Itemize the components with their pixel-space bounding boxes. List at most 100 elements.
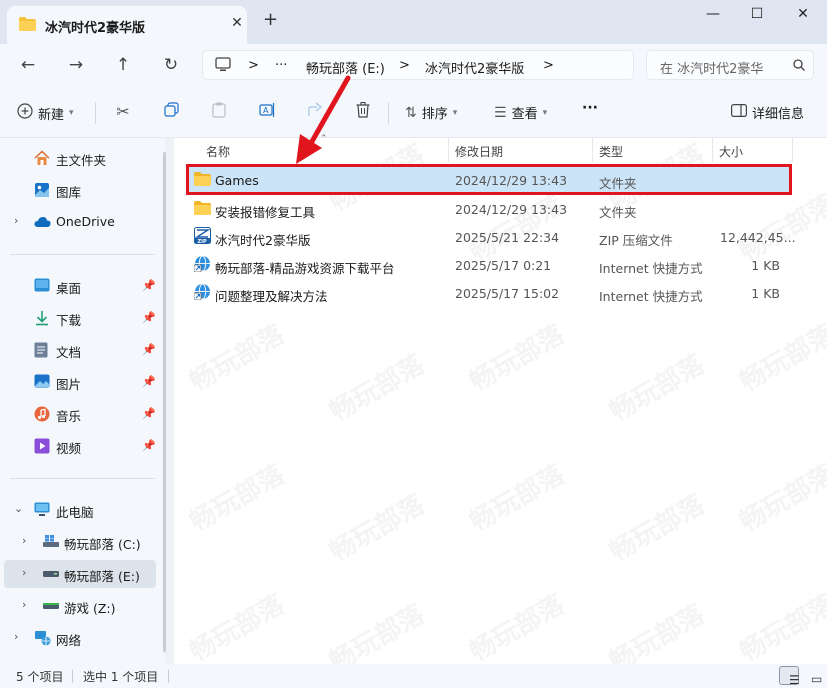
item-count: 5 个项目	[16, 670, 64, 684]
tab-close-icon[interactable]: ✕	[229, 15, 245, 31]
chevron-down-icon: ▾	[452, 107, 458, 118]
pin-icon[interactable]: 📌	[142, 343, 156, 356]
close-window-button[interactable]: ✕	[788, 6, 818, 22]
details-pane-button[interactable]: 详细信息	[731, 103, 804, 122]
chevron-right-icon[interactable]: ›	[22, 598, 26, 611]
sort-icon: ⇅	[405, 104, 417, 121]
sidebar-item-home[interactable]: 主文件夹	[0, 144, 160, 172]
up-arrow-icon[interactable]: ↑	[112, 54, 134, 76]
file-row-games[interactable]: Games 2024/12/29 13:43 文件夹	[186, 164, 792, 195]
cut-icon[interactable]: ✂	[113, 102, 133, 121]
sidebar-item-onedrive[interactable]: › OneDrive	[0, 208, 160, 236]
file-row[interactable]: 畅玩部落-精品游戏资源下载平台 2025/5/17 0:21 Internet …	[188, 251, 790, 279]
watermark: 畅玩部落	[324, 349, 430, 428]
forward-arrow-icon[interactable]: →	[65, 54, 87, 76]
windows-drive-icon	[42, 534, 59, 550]
copy-icon[interactable]	[161, 102, 181, 121]
chevron-right-icon[interactable]: ›	[14, 630, 18, 643]
computer-icon[interactable]	[215, 57, 231, 76]
sidebar-item-network[interactable]: › 网络	[0, 624, 160, 652]
watermark: 畅玩部落	[184, 589, 290, 668]
sidebar-item-pictures[interactable]: 图片 📌	[0, 368, 160, 396]
sort-button[interactable]: ⇅ 排序 ▾	[405, 103, 458, 123]
svg-text:A: A	[263, 106, 269, 115]
gallery-icon	[34, 182, 50, 198]
breadcrumb-more-button[interactable]: ···	[275, 58, 287, 73]
file-row[interactable]: 安装报错修复工具 2024/12/29 13:43 文件夹	[188, 195, 790, 223]
tab-current-folder[interactable]: 冰汽时代2豪华版 ✕	[7, 6, 247, 44]
file-name: 畅玩部落-精品游戏资源下载平台	[215, 261, 395, 276]
file-name: 安装报错修复工具	[215, 205, 316, 220]
details-pane-icon	[731, 104, 748, 121]
pin-icon[interactable]: 📌	[142, 279, 156, 292]
music-icon	[34, 406, 50, 422]
search-input[interactable]: 在 冰汽时代2豪华	[660, 58, 763, 77]
minimize-button[interactable]: —	[698, 6, 728, 22]
refresh-icon[interactable]: ↻	[160, 54, 182, 76]
pin-icon[interactable]: 📌	[142, 311, 156, 324]
new-tab-button[interactable]: +	[263, 11, 278, 29]
column-header-name[interactable]: 名称	[206, 138, 230, 162]
view-label: 查看	[511, 107, 538, 122]
column-header-type[interactable]: 类型	[599, 138, 623, 162]
sidebar-item-label: 此电脑	[56, 505, 94, 520]
back-arrow-icon[interactable]: ←	[17, 54, 39, 76]
sidebar-item-documents[interactable]: 文档 📌	[0, 336, 160, 364]
sidebar-item-label: 音乐	[56, 409, 82, 424]
breadcrumb-chevron[interactable]: >	[543, 58, 554, 73]
sidebar-item-drive-e[interactable]: › 畅玩部落 (E:)	[4, 560, 156, 588]
search-box[interactable]: 在 冰汽时代2豪华	[646, 50, 814, 80]
breadcrumb-chevron[interactable]: >	[248, 58, 259, 73]
column-divider[interactable]	[792, 138, 793, 162]
sidebar-item-desktop[interactable]: 桌面 📌	[0, 272, 160, 300]
watermark: 畅玩部落	[604, 349, 710, 428]
sidebar-item-downloads[interactable]: 下载 📌	[0, 304, 160, 332]
pin-icon[interactable]: 📌	[142, 375, 156, 388]
pin-icon[interactable]: 📌	[142, 439, 156, 452]
sidebar-item-drive-c[interactable]: › 畅玩部落 (C:)	[0, 528, 160, 556]
file-name: 问题整理及解决方法	[215, 289, 328, 304]
breadcrumb-chevron[interactable]: >	[399, 58, 410, 73]
new-button[interactable]: 新建 ▾	[17, 103, 74, 123]
column-header-modified[interactable]: 修改日期	[455, 138, 503, 162]
pin-icon[interactable]: 📌	[142, 407, 156, 420]
details-view-button[interactable]: ☰	[779, 666, 800, 687]
paste-icon[interactable]	[209, 102, 229, 122]
file-row[interactable]: ZIP 冰汽时代2豪华版 2025/5/21 22:34 ZIP 压缩文件 12…	[188, 223, 796, 251]
column-divider[interactable]	[712, 138, 713, 162]
chevron-right-icon[interactable]: ›	[22, 566, 26, 579]
more-options-button[interactable]: ···	[582, 100, 598, 116]
tiles-view-button[interactable]: ▭	[801, 666, 822, 686]
file-modified: 2025/5/21 22:34	[455, 230, 560, 245]
sidebar-item-this-pc[interactable]: ⌄ 此电脑	[0, 496, 160, 524]
chevron-right-icon[interactable]: ›	[22, 534, 26, 547]
maximize-button[interactable]: ☐	[742, 6, 772, 22]
watermark: 畅玩部落	[184, 319, 290, 398]
rename-icon[interactable]: A	[257, 102, 277, 122]
address-bar[interactable]: > ··· 畅玩部落 (E:) > 冰汽时代2豪华版 >	[202, 50, 634, 80]
list-view-icon: ☰	[789, 673, 800, 687]
chevron-right-icon[interactable]: ›	[14, 214, 18, 227]
sidebar-item-videos[interactable]: 视频 📌	[0, 432, 160, 460]
sidebar-item-drive-z[interactable]: › 游戏 (Z:)	[0, 592, 160, 620]
sidebar-item-music[interactable]: 音乐 📌	[0, 400, 160, 428]
breadcrumb-folder[interactable]: 冰汽时代2豪华版	[425, 58, 524, 77]
column-divider[interactable]	[448, 138, 449, 162]
sidebar-item-label: 文档	[56, 345, 82, 360]
sidebar-scrollbar[interactable]	[163, 152, 166, 652]
watermark: 畅玩部落	[734, 589, 827, 668]
sidebar-item-gallery[interactable]: 图库	[0, 176, 160, 204]
view-button[interactable]: ☰ 查看 ▾	[494, 103, 547, 123]
column-divider[interactable]	[592, 138, 593, 162]
video-icon	[34, 438, 50, 454]
watermark: 畅玩部落	[604, 489, 710, 568]
new-label: 新建	[38, 107, 65, 123]
sidebar-item-label: 图库	[56, 185, 82, 200]
sidebar-item-label: OneDrive	[56, 214, 115, 229]
download-icon	[34, 310, 50, 326]
selected-count: 选中 1 个项目	[83, 670, 159, 684]
chevron-down-icon[interactable]: ⌄	[14, 502, 23, 515]
sidebar-item-label: 游戏 (Z:)	[64, 601, 116, 616]
column-header-size[interactable]: 大小	[719, 138, 743, 162]
file-row[interactable]: 问题整理及解决方法 2025/5/17 15:02 Internet 快捷方式 …	[188, 279, 790, 307]
